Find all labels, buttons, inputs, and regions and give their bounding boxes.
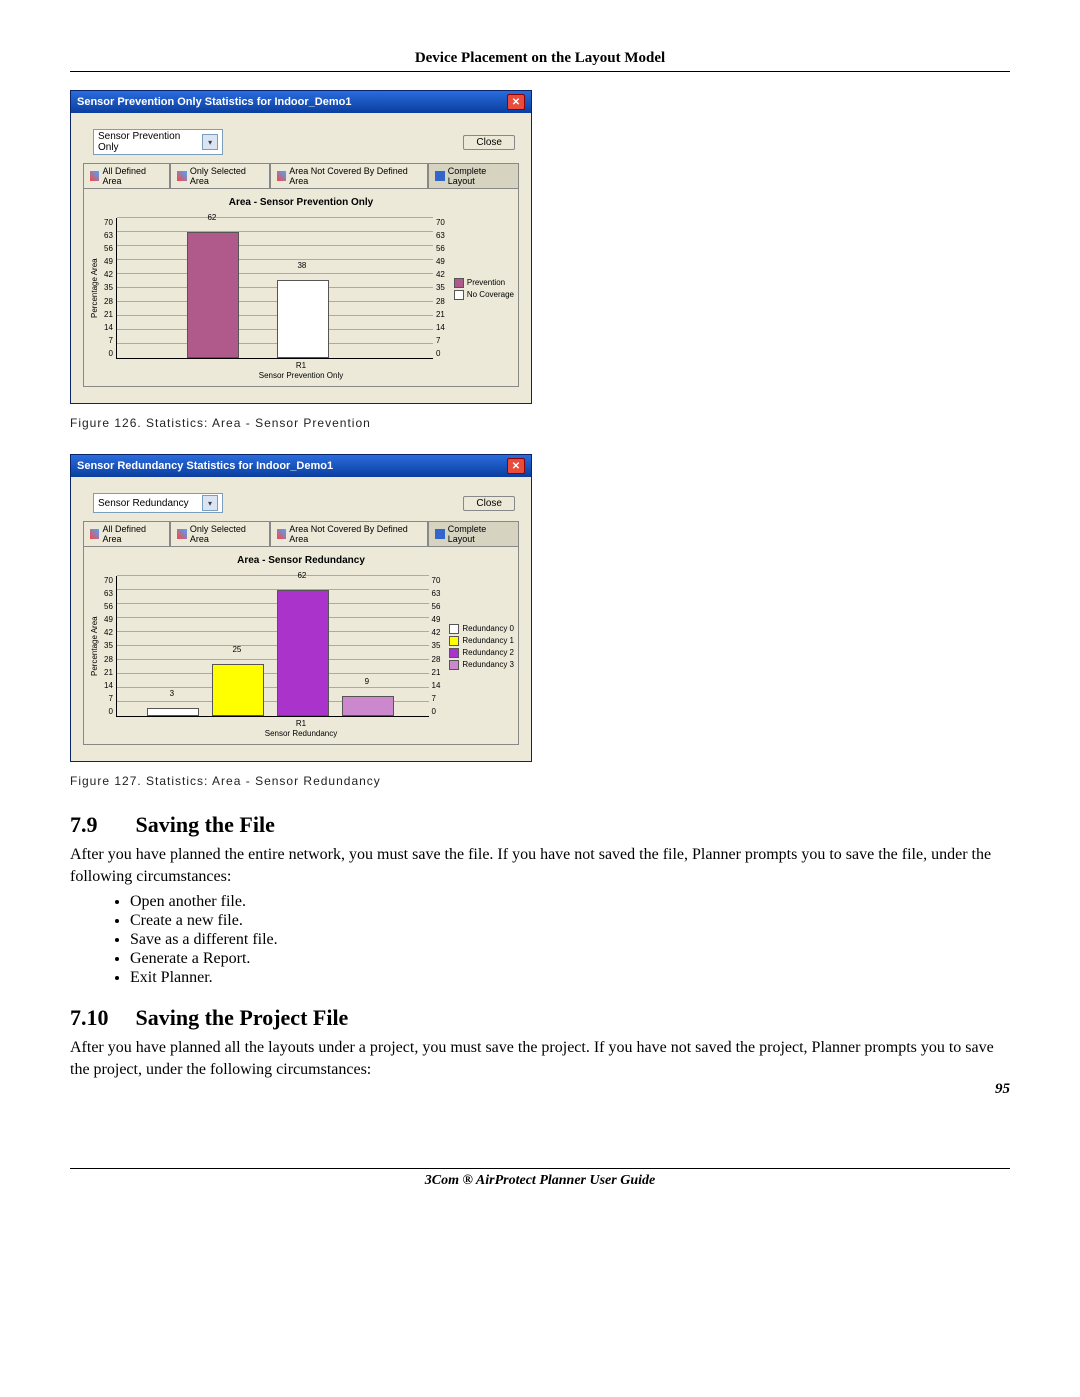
tab-bar: All Defined Area Only Selected Area Area… xyxy=(83,521,519,546)
stats-window-redundancy: Sensor Redundancy Statistics for Indoor_… xyxy=(70,454,532,762)
y-axis-ticks-left: 70635649423528211470 xyxy=(101,218,116,358)
close-button[interactable]: Close xyxy=(463,135,515,150)
close-button[interactable]: Close xyxy=(463,496,515,511)
stats-window-prevention: Sensor Prevention Only Statistics for In… xyxy=(70,90,532,404)
area-icon xyxy=(90,171,99,181)
tab-only-selected[interactable]: Only Selected Area xyxy=(170,163,269,188)
chart-panel: Area - Sensor Redundancy Percentage Area… xyxy=(83,546,519,745)
area-icon xyxy=(90,529,99,539)
metric-select[interactable]: Sensor Prevention Only ▾ xyxy=(93,129,223,155)
swatch-icon xyxy=(454,278,464,288)
section-heading-7-10: 7.10 Saving the Project File xyxy=(70,1005,1010,1031)
titlebar: Sensor Prevention Only Statistics for In… xyxy=(71,91,531,113)
x-axis-label: Sensor Prevention Only xyxy=(88,371,514,380)
window-title: Sensor Prevention Only Statistics for In… xyxy=(77,96,351,108)
bar-redundancy0 xyxy=(147,708,199,716)
section-title: Saving the Project File xyxy=(136,1005,349,1030)
y-axis-label: Percentage Area xyxy=(88,576,101,717)
metric-select[interactable]: Sensor Redundancy ▾ xyxy=(93,493,223,513)
list-item: Create a new file. xyxy=(130,912,1010,930)
area-icon xyxy=(435,529,444,539)
y-axis-ticks-right: 70635649423528211470 xyxy=(433,218,448,358)
area-icon xyxy=(277,529,286,539)
bullet-list: Open another file. Create a new file. Sa… xyxy=(130,893,1010,987)
area-icon xyxy=(177,171,186,181)
y-axis-ticks-left: 70635649423528211470 xyxy=(101,576,116,716)
section-title: Saving the File xyxy=(136,812,275,837)
tab-bar: All Defined Area Only Selected Area Area… xyxy=(83,163,519,188)
x-axis-label: Sensor Redundancy xyxy=(88,729,514,738)
window-title: Sensor Redundancy Statistics for Indoor_… xyxy=(77,460,333,472)
footer-title: 3Com ® AirProtect Planner User Guide xyxy=(110,1173,970,1189)
bar-value: 62 xyxy=(277,571,327,580)
close-icon[interactable]: ✕ xyxy=(507,94,525,110)
x-tick: R1 xyxy=(88,361,514,370)
x-tick: R1 xyxy=(88,719,514,728)
chevron-down-icon: ▾ xyxy=(202,134,218,150)
plot-area: 62 38 xyxy=(116,218,433,359)
close-icon[interactable]: ✕ xyxy=(507,458,525,474)
bar-redundancy3 xyxy=(342,696,394,716)
swatch-icon xyxy=(454,290,464,300)
titlebar: Sensor Redundancy Statistics for Indoor_… xyxy=(71,455,531,477)
tab-all-defined[interactable]: All Defined Area xyxy=(83,163,170,188)
chart-title: Area - Sensor Prevention Only xyxy=(88,197,514,208)
bar-no-coverage xyxy=(277,280,329,358)
chart-title: Area - Sensor Redundancy xyxy=(88,555,514,566)
bar-redundancy2 xyxy=(277,590,329,716)
area-icon xyxy=(277,171,286,181)
bar-value: 38 xyxy=(277,261,327,270)
section-heading-7-9: 7.9 Saving the File xyxy=(70,812,1010,838)
paragraph: After you have planned all the layouts u… xyxy=(70,1037,1010,1080)
figure-caption: Figure 126. Statistics: Area - Sensor Pr… xyxy=(70,416,1010,430)
chart-panel: Area - Sensor Prevention Only Percentage… xyxy=(83,188,519,387)
section-number: 7.9 xyxy=(70,812,130,838)
y-axis-label: Percentage Area xyxy=(88,218,101,359)
area-icon xyxy=(177,529,186,539)
list-item: Generate a Report. xyxy=(130,950,1010,968)
bar-value: 62 xyxy=(187,213,237,222)
bar-value: 3 xyxy=(147,689,197,698)
tab-not-covered[interactable]: Area Not Covered By Defined Area xyxy=(270,521,429,546)
area-icon xyxy=(435,171,444,181)
list-item: Exit Planner. xyxy=(130,969,1010,987)
swatch-icon xyxy=(449,624,459,634)
tab-complete-layout[interactable]: Complete Layout xyxy=(428,521,519,546)
tab-not-covered[interactable]: Area Not Covered By Defined Area xyxy=(270,163,429,188)
bar-value: 9 xyxy=(342,677,392,686)
plot-area: 3 25 62 9 xyxy=(116,576,429,717)
bar-value: 25 xyxy=(212,645,262,654)
bar-prevention xyxy=(187,232,239,358)
bar-redundancy1 xyxy=(212,664,264,716)
legend: Prevention No Coverage xyxy=(448,218,514,359)
swatch-icon xyxy=(449,648,459,658)
page-footer: 3Com ® AirProtect Planner User Guide xyxy=(70,1168,1010,1189)
swatch-icon xyxy=(449,660,459,670)
swatch-icon xyxy=(449,636,459,646)
tab-only-selected[interactable]: Only Selected Area xyxy=(170,521,269,546)
tab-complete-layout[interactable]: Complete Layout xyxy=(428,163,519,188)
list-item: Open another file. xyxy=(130,893,1010,911)
page-number: 95 xyxy=(995,1081,1010,1097)
legend: Redundancy 0 Redundancy 1 Redundancy 2 R… xyxy=(443,576,514,717)
chevron-down-icon: ▾ xyxy=(202,495,218,511)
figure-caption: Figure 127. Statistics: Area - Sensor Re… xyxy=(70,774,1010,788)
page-header: Device Placement on the Layout Model xyxy=(70,50,1010,72)
y-axis-ticks-right: 70635649423528211470 xyxy=(429,576,444,716)
select-value: Sensor Prevention Only xyxy=(98,131,202,153)
tab-all-defined[interactable]: All Defined Area xyxy=(83,521,170,546)
list-item: Save as a different file. xyxy=(130,931,1010,949)
select-value: Sensor Redundancy xyxy=(98,498,189,509)
section-number: 7.10 xyxy=(70,1005,130,1031)
paragraph: After you have planned the entire networ… xyxy=(70,844,1010,887)
